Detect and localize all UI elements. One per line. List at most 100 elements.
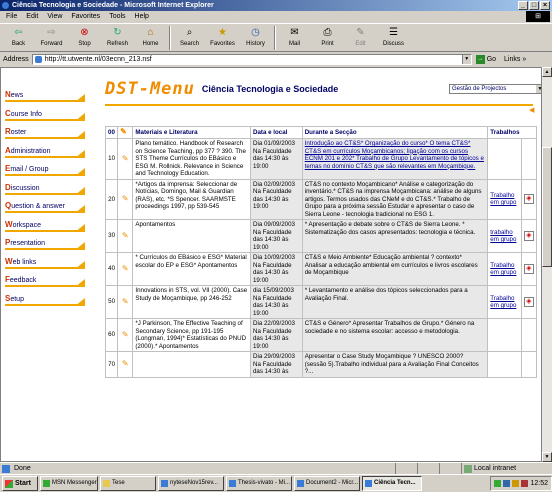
sidebar-item[interactable]: Presentation (5, 236, 85, 250)
ie-icon (2, 2, 9, 9)
vertical-scrollbar[interactable]: ▲ ▼ (542, 67, 552, 462)
presentation-icon[interactable]: ◈ (523, 231, 534, 241)
system-tray: 12:52 (490, 476, 552, 491)
sidebar: News Course Info Roster Administration Email… (1, 68, 91, 461)
scroll-down-button[interactable]: ▼ (542, 452, 552, 462)
row-icon-cell: ✎ (117, 285, 134, 319)
page-title: Ciência Tecnologia e Sociedade (201, 84, 339, 94)
microphone-icon[interactable]: ✎ (120, 195, 130, 203)
row-section: CT&S e Género* Apresentar Trabalhos de G… (301, 318, 489, 352)
scroll-up-button[interactable]: ▲ (542, 67, 552, 77)
row-number: 70 (104, 351, 119, 378)
edit-button[interactable]: ✎ Edit (344, 24, 377, 52)
microphone-icon[interactable]: ✎ (120, 231, 130, 240)
sidebar-item[interactable]: Course Info (5, 107, 85, 121)
tray-icon[interactable] (512, 480, 520, 487)
row-work-cell (487, 138, 522, 180)
row-work-cell: Trabalho em grupo (487, 252, 522, 286)
row-section-text: Apresentar o Case Study Moçambique ? UNE… (304, 353, 479, 375)
home-button[interactable]: ⌂ Home (134, 24, 167, 52)
presentation-icon[interactable]: ◈ (523, 297, 534, 307)
orange-arrow-icon: ◀ (529, 107, 535, 114)
sidebar-item-initial: W (5, 219, 13, 229)
close-button[interactable]: × (540, 1, 550, 10)
work-link[interactable]: trabalho em grupo (490, 229, 516, 244)
refresh-button[interactable]: ↻ Refresh (101, 24, 134, 52)
row-section-text: * Apresentação e debate sobre o CT&S de … (304, 221, 476, 236)
sidebar-item[interactable]: Setup (5, 292, 85, 306)
sidebar-item[interactable]: Email / Group (5, 162, 85, 176)
row-presentation-cell: ◈ (520, 219, 538, 253)
task-msn-messenger[interactable]: MSN Messenger (40, 476, 98, 491)
forward-button[interactable]: ⇨ Forward (35, 24, 68, 52)
go-button[interactable]: → Go (475, 55, 496, 64)
mail-button[interactable]: ✉ Mail (278, 24, 311, 52)
refresh-icon: ↻ (113, 27, 122, 38)
row-section-text: CT&S no contexto Moçambicano* Análise e … (304, 180, 482, 218)
status-cell (418, 463, 440, 474)
table-row: 10 ✎ Plano temático. Handbook of Research … (104, 138, 538, 180)
history-button[interactable]: ◷ History (239, 24, 272, 52)
maximize-button[interactable]: □ (529, 1, 539, 10)
sidebar-item-label: eedback (9, 277, 37, 284)
row-date: Dia 29/09/2003 Na Faculdade das 14:30 às (249, 351, 303, 378)
sidebar-item[interactable]: Question & answer (5, 199, 85, 213)
start-button[interactable]: Start (2, 476, 38, 491)
row-work-cell: trabalho em grupo (487, 219, 522, 253)
window-title: Ciência Tecnologia e Sociedade - Microso… (12, 2, 214, 9)
project-select[interactable]: Gestão de Projectos ▼ (449, 84, 541, 94)
address-dropdown-icon[interactable]: ▼ (461, 55, 471, 64)
menu-help[interactable]: Help (135, 11, 149, 22)
tray-icon[interactable] (521, 480, 529, 487)
search-button[interactable]: ⌕ Search (173, 24, 206, 52)
status-cell (440, 463, 462, 474)
row-number: 50 (104, 285, 119, 319)
sidebar-item[interactable]: Discussion (5, 181, 85, 195)
menu-edit[interactable]: Edit (26, 11, 38, 22)
minimize-button[interactable]: _ (518, 1, 528, 10)
work-link[interactable]: Trabalho em grupo (490, 192, 516, 207)
microphone-icon[interactable]: ✎ (120, 154, 130, 163)
task-tese[interactable]: Tese (100, 476, 156, 491)
print-button[interactable]: ⎙ Print (311, 24, 344, 52)
row-section-link[interactable]: Introdução ao CT&S* Organização do curso… (305, 140, 484, 170)
tray-icon[interactable] (503, 480, 511, 487)
menu-file[interactable]: File (6, 11, 17, 22)
scroll-thumb[interactable] (542, 147, 552, 267)
menu-view[interactable]: View (47, 11, 62, 22)
microphone-icon[interactable]: ✎ (120, 360, 130, 368)
work-link[interactable]: Trabalho em grupo (490, 295, 516, 310)
address-input[interactable]: http://tt.utwente.nl/03ecnn_213.nsf ▼ (31, 54, 472, 65)
task-word-doc-3[interactable]: Document2 - Micr... (294, 476, 360, 491)
task-word-doc-1[interactable]: nyteseNov15rev... (158, 476, 224, 491)
task-word-doc-2[interactable]: Thesis-vivato - Mi... (226, 476, 292, 491)
stop-button[interactable]: ⊗ Stop (68, 24, 101, 52)
sidebar-item[interactable]: Feedback (5, 273, 85, 287)
sidebar-item[interactable]: Administration (5, 144, 85, 158)
links-button[interactable]: Links » (504, 56, 526, 63)
menu-favorites[interactable]: Favorites (71, 11, 100, 22)
sidebar-item[interactable]: Workspace (5, 218, 85, 232)
back-button[interactable]: ⇦ Back (2, 24, 35, 52)
taskbar: Start MSN Messenger Tese nyteseNov15rev.… (0, 474, 552, 492)
favorites-button[interactable]: ★ Favorites (206, 24, 239, 52)
sidebar-item[interactable]: Web links (5, 255, 85, 269)
tab-corner-icon (75, 149, 85, 158)
sidebar-item[interactable]: Roster (5, 125, 85, 139)
row-materials (132, 351, 251, 378)
work-link[interactable]: Trabalho em grupo (490, 262, 516, 277)
task-ie-active[interactable]: Ciência Tecn... (362, 476, 422, 491)
microphone-icon[interactable]: ✎ (120, 264, 130, 273)
microphone-icon[interactable]: ✎ (120, 330, 130, 339)
search-icon: ⌕ (186, 27, 193, 38)
tray-icon[interactable] (494, 480, 502, 487)
discuss-button[interactable]: ☰ Discuss (377, 24, 410, 52)
sidebar-item-label: dministration (10, 147, 51, 155)
row-section: Apresentar o Case Study Moçambique ? UNE… (301, 351, 489, 378)
sidebar-item[interactable]: News (5, 88, 85, 102)
presentation-icon[interactable]: ◈ (523, 194, 534, 205)
presentation-icon[interactable]: ◈ (523, 264, 534, 274)
row-section[interactable]: Introdução ao CT&S* Organização do curso… (301, 138, 489, 180)
menu-tools[interactable]: Tools (109, 11, 125, 22)
microphone-icon[interactable]: ✎ (120, 297, 130, 306)
